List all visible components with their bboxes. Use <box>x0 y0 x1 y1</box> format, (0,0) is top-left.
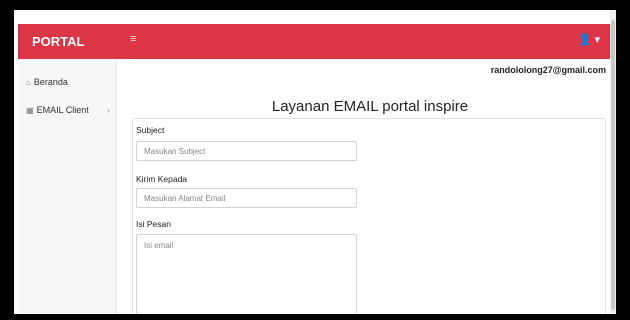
sidebar-item-label: EMAIL Client <box>36 105 89 115</box>
message-textarea[interactable] <box>136 234 357 314</box>
subject-input[interactable] <box>136 141 357 161</box>
scrollbar-thumb[interactable] <box>611 20 615 310</box>
brand-logo[interactable]: PORTAL <box>32 34 84 49</box>
hamburger-icon[interactable]: ≡ <box>130 33 136 45</box>
subject-label: Subject <box>136 125 165 135</box>
top-navbar: PORTAL ≡ 👤 ▾ <box>18 24 610 59</box>
sidebar-item-label: Beranda <box>33 77 68 87</box>
user-email: randololong27@gmail.com <box>490 65 606 75</box>
recipient-label: Kirim Kepada <box>136 174 188 184</box>
sidebar-item-email-client[interactable]: ▦ EMAIL Client › <box>26 105 110 115</box>
browser-window: PORTAL ≡ 👤 ▾ ⌂ Beranda ▦ EMAIL Client › … <box>14 10 616 314</box>
page-title: Layanan EMAIL portal inspire <box>271 98 469 115</box>
sidebar: ⌂ Beranda ▦ EMAIL Client › <box>18 59 117 314</box>
recipient-email-input[interactable] <box>136 188 357 208</box>
user-dropdown-icon[interactable]: 👤 ▾ <box>578 33 600 46</box>
message-label: Isi Pesan <box>136 219 171 229</box>
sidebar-item-beranda[interactable]: ⌂ Beranda <box>26 77 110 87</box>
chevron-right-icon: › <box>107 105 110 115</box>
home-icon: ⌂ <box>26 77 31 87</box>
scrollbar[interactable] <box>610 10 616 314</box>
grid-icon: ▦ <box>26 105 34 115</box>
